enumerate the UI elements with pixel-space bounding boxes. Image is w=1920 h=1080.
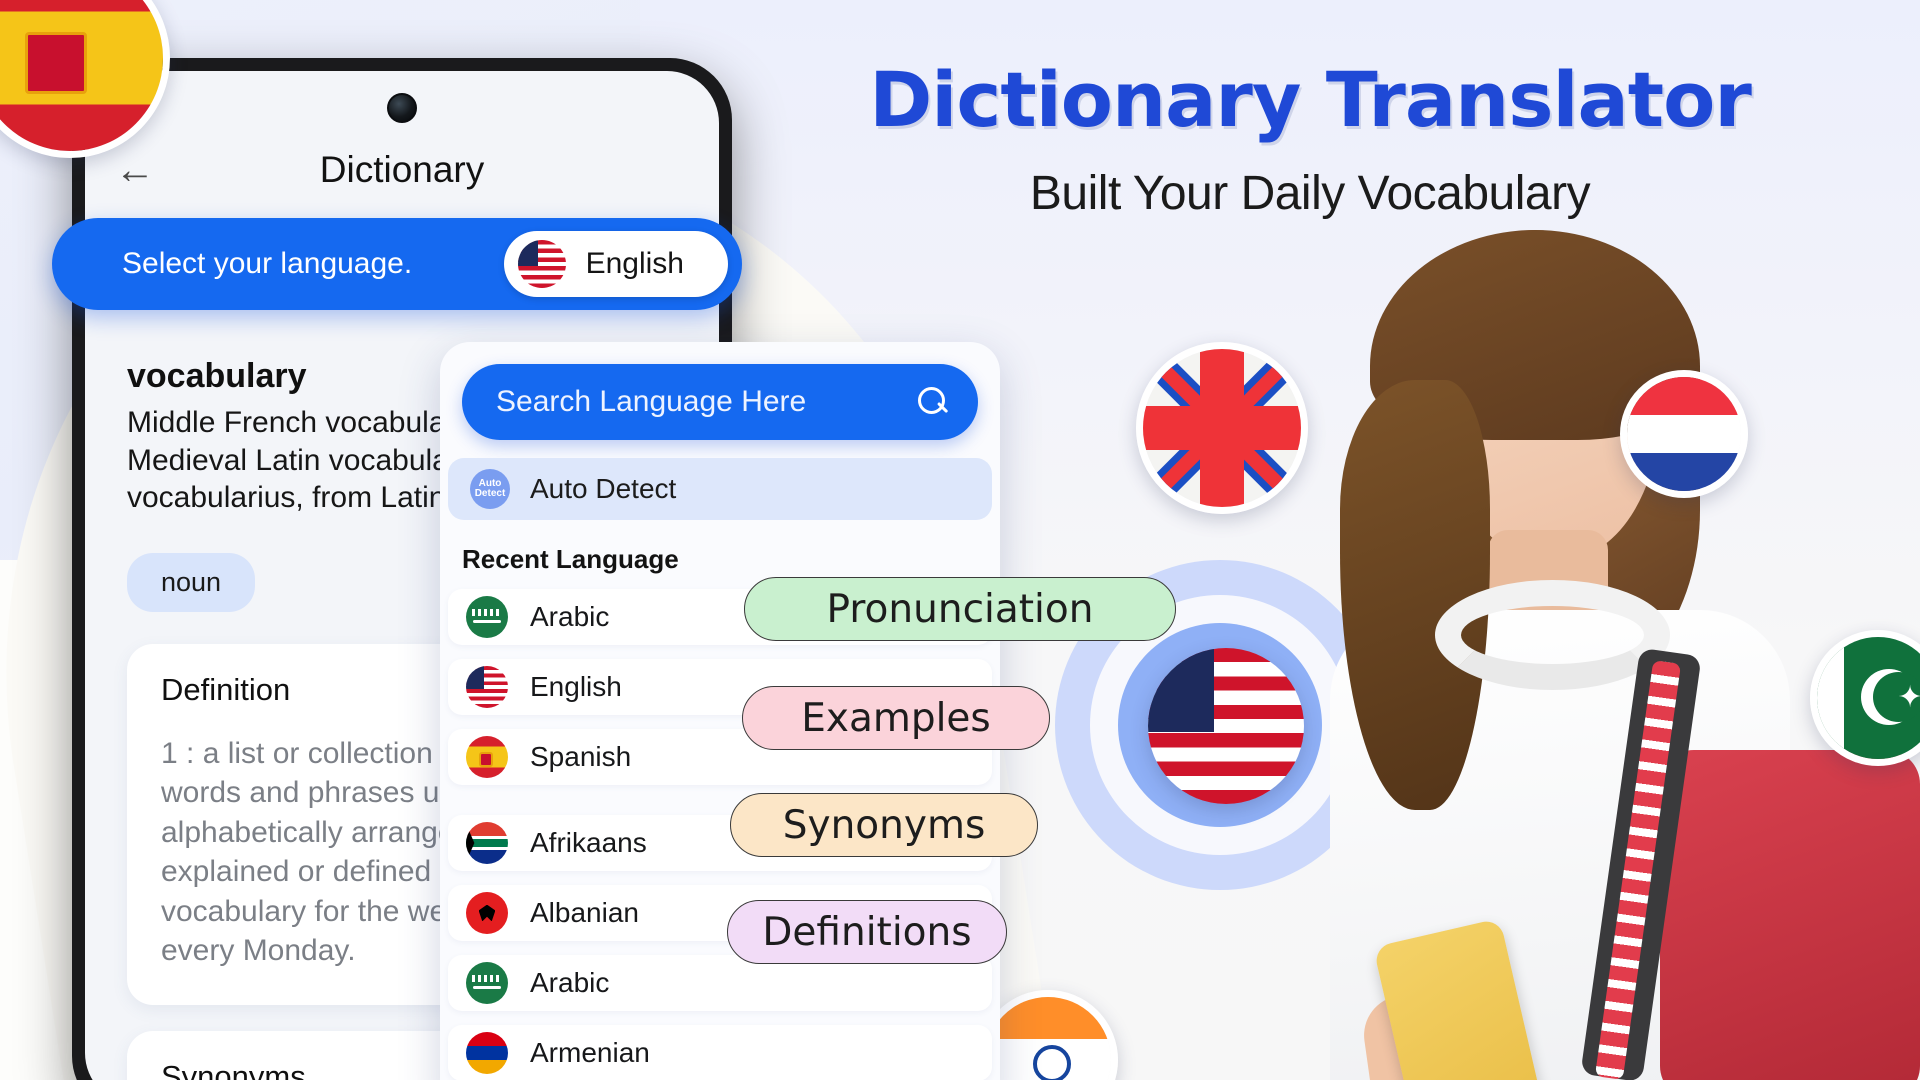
list-item-label: Afrikaans [530,827,647,858]
headline-block: Dictionary Translator Built Your Daily V… [840,60,1780,221]
search-input-placeholder: Search Language Here [496,385,807,418]
list-item-label: Arabic [530,601,610,632]
part-of-speech-chip: noun [127,552,256,612]
list-item-label: Arabic [530,967,610,998]
flag-uk-icon [1136,342,1308,514]
list-item[interactable]: Armenian [448,1025,992,1080]
feature-pill-synonyms: Synonyms [730,793,1038,857]
flag-netherlands-icon [1620,370,1748,498]
photo-headphones [1435,580,1670,690]
flag-saudi-arabia-icon [466,596,508,638]
flag-armenia-icon [466,1032,508,1074]
flag-usa-icon [466,666,508,708]
phone-camera-icon [387,93,417,123]
flag-albania-icon [466,892,508,934]
app-bar-title: Dictionary [319,149,485,190]
student-photo [1220,230,1920,1080]
flag-saudi-arabia-icon [466,962,508,1004]
flag-spain-icon [466,736,508,778]
select-language-bar: Select your language. English [52,218,742,310]
page-title: Dictionary Translator [869,55,1752,144]
photo-backpack [1660,750,1920,1080]
auto-detect-label: Auto Detect [530,473,677,504]
auto-detect-badge-line2: Detect [474,488,506,499]
page-subtitle: Built Your Daily Vocabulary [1029,166,1591,220]
select-language-label: Select your language. [122,247,413,280]
list-item-label: Armenian [530,1037,650,1068]
app-bar: ← Dictionary [85,133,719,207]
auto-detect-item[interactable]: Auto Detect Auto Detect [448,458,992,520]
auto-detect-icon: Auto Detect [470,469,510,509]
list-item-label: Spanish [530,741,632,772]
flag-usa-icon [517,240,566,288]
list-item-label: English [530,671,622,702]
selected-language-label: English [585,247,684,280]
feature-pill-pronunciation: Pronunciation [744,577,1176,641]
flag-usa-icon [1148,648,1304,804]
feature-pill-examples: Examples [742,686,1050,750]
selected-language-chip[interactable]: English [503,231,728,297]
list-item-label: Albanian [530,897,639,928]
feature-pill-definitions: Definitions [727,900,1007,964]
flag-pakistan-icon: ✦ [1810,630,1920,766]
recent-language-heading: Recent Language [462,544,679,574]
flag-spain-icon [0,0,170,158]
search-icon[interactable] [918,387,948,417]
search-language-input[interactable]: Search Language Here [462,364,978,440]
flag-south-africa-icon [466,822,508,864]
